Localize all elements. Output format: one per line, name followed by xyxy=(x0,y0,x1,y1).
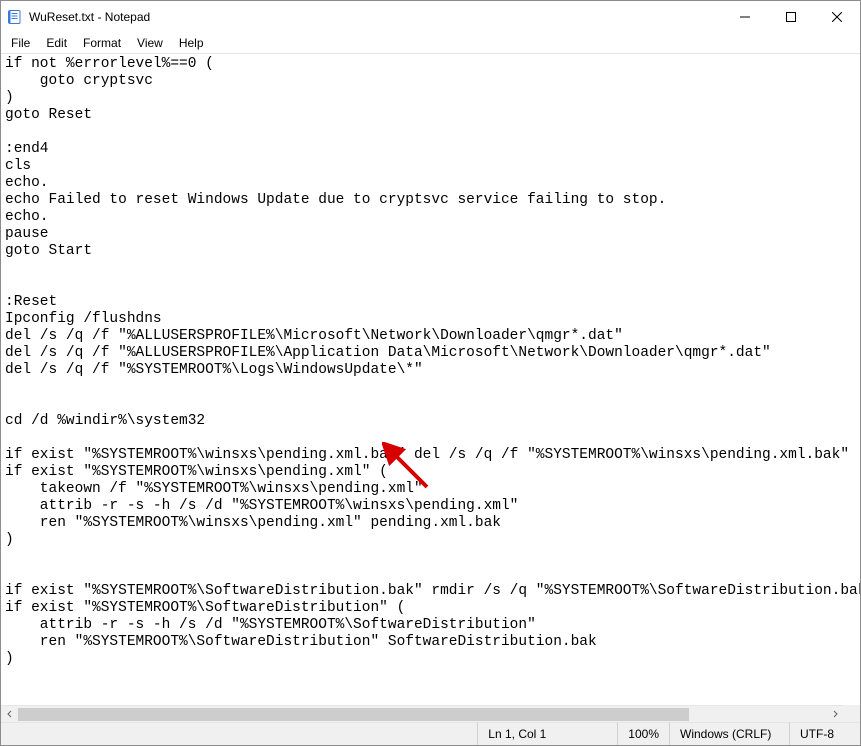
titlebar[interactable]: WuReset.txt - Notepad xyxy=(1,1,860,33)
statusbar: Ln 1, Col 1 100% Windows (CRLF) UTF-8 xyxy=(1,722,860,745)
scrollbar-thumb[interactable] xyxy=(18,708,689,721)
scroll-corner xyxy=(843,705,860,722)
menu-format[interactable]: Format xyxy=(75,34,129,52)
maximize-button[interactable] xyxy=(768,1,814,33)
scrollbar-track[interactable] xyxy=(18,706,826,723)
maximize-icon xyxy=(786,12,796,22)
minimize-button[interactable] xyxy=(722,1,768,33)
scroll-left-icon[interactable] xyxy=(1,706,18,723)
notepad-window: WuReset.txt - Notepad File Edit Format V… xyxy=(0,0,861,746)
window-title: WuReset.txt - Notepad xyxy=(29,10,722,24)
scroll-right-icon[interactable] xyxy=(826,706,843,723)
horizontal-scrollbar[interactable] xyxy=(1,705,843,722)
status-zoom: 100% xyxy=(618,723,670,745)
editor-area: if not %errorlevel%==0 ( goto cryptsvc )… xyxy=(1,53,860,722)
minimize-icon xyxy=(740,12,750,22)
notepad-icon xyxy=(7,9,23,25)
status-position: Ln 1, Col 1 xyxy=(478,723,618,745)
status-encoding: UTF-8 xyxy=(790,723,860,745)
status-line-ending: Windows (CRLF) xyxy=(670,723,790,745)
close-button[interactable] xyxy=(814,1,860,33)
menu-help[interactable]: Help xyxy=(171,34,212,52)
menu-edit[interactable]: Edit xyxy=(38,34,75,52)
menubar: File Edit Format View Help xyxy=(1,33,860,53)
menu-view[interactable]: View xyxy=(129,34,171,52)
close-icon xyxy=(832,12,842,22)
window-controls xyxy=(722,1,860,33)
menu-file[interactable]: File xyxy=(3,34,38,52)
status-spacer xyxy=(1,723,478,745)
text-editor[interactable]: if not %errorlevel%==0 ( goto cryptsvc )… xyxy=(1,54,860,705)
